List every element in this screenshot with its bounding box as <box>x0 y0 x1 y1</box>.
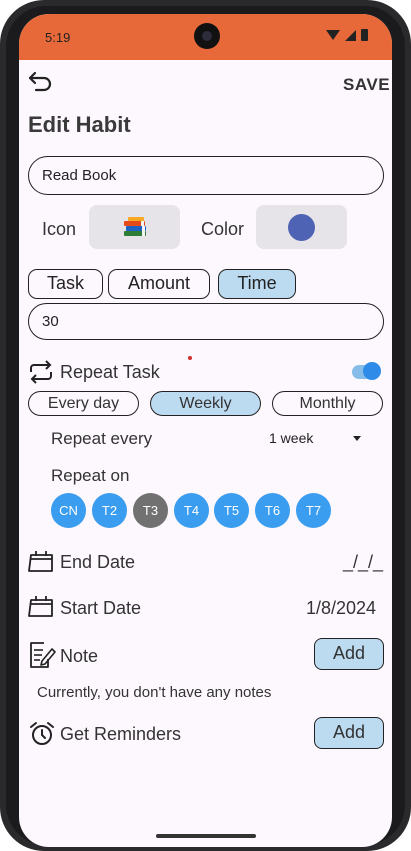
camera-cutout <box>194 23 220 49</box>
frequency-monthly[interactable]: Monthly <box>272 391 383 416</box>
tab-task[interactable]: Task <box>28 269 103 299</box>
note-icon <box>28 641 56 669</box>
repeat-every-value[interactable]: 1 week <box>269 430 313 446</box>
status-icons <box>326 29 368 41</box>
indicator-dot <box>188 356 192 360</box>
day-t6[interactable]: T6 <box>255 493 290 528</box>
end-date-label: End Date <box>60 552 136 572</box>
tab-time[interactable]: Time <box>218 269 296 299</box>
tab-amount[interactable]: Amount <box>108 269 210 299</box>
calendar-icon <box>27 549 55 574</box>
start-date-value[interactable]: 1/8/2024 <box>306 598 376 619</box>
calendar-icon <box>27 594 55 619</box>
undo-icon <box>28 71 52 92</box>
color-label: Color <box>201 219 245 239</box>
page-title: Edit Habit <box>28 112 131 137</box>
day-t7[interactable]: T7 <box>296 493 331 528</box>
wifi-icon <box>326 30 340 40</box>
get-reminders-label: Get Reminders <box>60 724 182 744</box>
repeat-toggle-thumb[interactable] <box>363 362 381 380</box>
battery-icon <box>361 29 368 41</box>
status-bar: 5:19 <box>19 14 392 60</box>
status-time: 5:19 <box>45 30 71 45</box>
save-button[interactable]: SAVE <box>343 75 390 95</box>
color-picker-button[interactable] <box>256 205 347 249</box>
icon-label: Icon <box>42 219 77 239</box>
books-icon <box>121 215 149 239</box>
repeat-every-label: Repeat every <box>51 429 153 448</box>
goal-value-input[interactable]: 30 <box>28 303 384 340</box>
day-cn[interactable]: CN <box>51 493 86 528</box>
alarm-clock-icon <box>29 721 55 747</box>
add-note-button[interactable]: Add <box>314 638 384 670</box>
signal-icon <box>345 29 356 41</box>
day-t2[interactable]: T2 <box>92 493 127 528</box>
habit-name-input[interactable]: Read Book <box>28 156 384 195</box>
start-date-label: Start Date <box>60 598 142 618</box>
note-empty-text: Currently, you don't have any notes <box>37 684 272 701</box>
day-t3[interactable]: T3 <box>133 493 168 528</box>
repeat-icon <box>27 360 55 384</box>
color-swatch <box>288 213 315 241</box>
app-screen: 5:19 SAVE Edit Habit Read Book Icon Colo… <box>19 14 392 847</box>
end-date-value[interactable]: _/_/_ <box>343 552 383 573</box>
icon-picker-button[interactable] <box>89 205 180 249</box>
day-t5[interactable]: T5 <box>214 493 249 528</box>
frequency-weekly[interactable]: Weekly <box>150 391 261 416</box>
back-button[interactable] <box>27 70 53 94</box>
frequency-every-day[interactable]: Every day <box>28 391 139 416</box>
day-t4[interactable]: T4 <box>174 493 209 528</box>
repeat-task-label: Repeat Task <box>60 362 160 382</box>
note-label: Note <box>60 646 99 666</box>
home-indicator[interactable] <box>156 834 256 838</box>
add-reminder-button[interactable]: Add <box>314 717 384 749</box>
repeat-on-label: Repeat on <box>51 466 130 485</box>
chevron-down-icon[interactable] <box>353 436 361 441</box>
